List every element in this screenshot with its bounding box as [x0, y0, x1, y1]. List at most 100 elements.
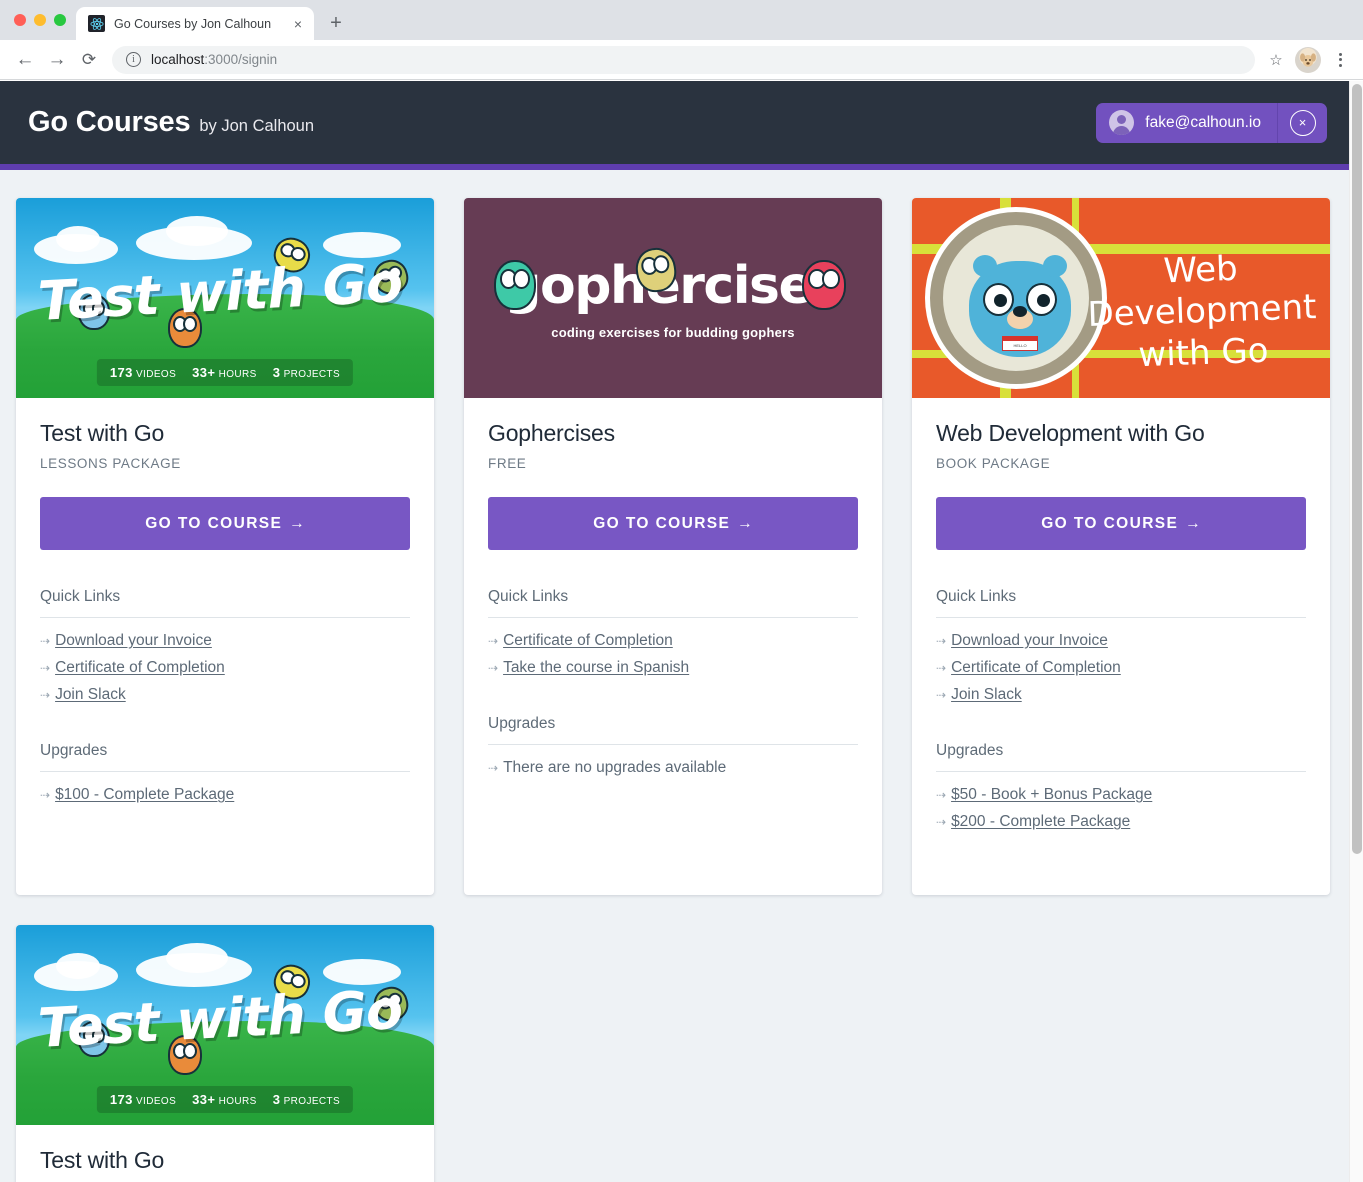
- site-header: Go Courses by Jon Calhoun fake@calhoun.i…: [0, 81, 1349, 170]
- bullet-arrow-icon: ⇢: [40, 661, 51, 675]
- site-info-icon[interactable]: i: [126, 52, 141, 67]
- quick-links-list: ⇢ Certificate of Completion ⇢ Take the cou…: [488, 632, 858, 677]
- bullet-arrow-icon: ⇢: [40, 688, 51, 702]
- arrow-right-icon: →: [1185, 514, 1201, 532]
- quick-link[interactable]: Join Slack: [55, 686, 126, 704]
- page-scrollbar[interactable]: [1349, 81, 1363, 1182]
- course-title: Gophercises: [488, 420, 615, 446]
- kebab-menu-icon[interactable]: [1327, 47, 1353, 73]
- quick-links-list: ⇢ Download your Invoice ⇢ Certificate of C…: [936, 632, 1306, 704]
- back-icon[interactable]: ←: [10, 45, 40, 75]
- go-to-course-button[interactable]: GO TO COURSE →: [488, 497, 858, 550]
- new-tab-button[interactable]: +: [322, 9, 350, 37]
- upgrades-heading: Upgrades: [40, 742, 410, 772]
- user-account-button[interactable]: fake@calhoun.io: [1096, 103, 1277, 143]
- gopher-eye: [983, 283, 1014, 316]
- bookmark-star-icon[interactable]: ☆: [1263, 47, 1289, 73]
- upgrade-link[interactable]: $50 - Book + Bonus Package: [951, 786, 1152, 804]
- course-card: Test with Go 173 VIDEOS 33+ HOURS 3 PROJ…: [16, 925, 434, 1182]
- arrow-right-icon: →: [289, 514, 305, 532]
- gopher-name-tag: HELLO: [1002, 336, 1038, 351]
- banner-line-2: with Go: [1137, 330, 1270, 376]
- gopher-blue-icon: HELLO: [969, 255, 1071, 357]
- url-text: localhost:3000/signin: [151, 52, 277, 67]
- banner-stats: 173 VIDEOS 33+ HOURS 3 PROJECTS: [96, 359, 354, 386]
- upgrades-heading: Upgrades: [936, 742, 1306, 772]
- user-email: fake@calhoun.io: [1145, 113, 1261, 131]
- courses-grid: Test with Go 173 VIDEOS 33+ HOURS 3 PROJ…: [0, 170, 1349, 1182]
- list-item: ⇢ Certificate of Completion: [488, 632, 858, 650]
- list-item: ⇢ Certificate of Completion: [936, 659, 1306, 677]
- go-to-course-button[interactable]: GO TO COURSE →: [40, 497, 410, 550]
- bullet-arrow-icon: ⇢: [936, 688, 947, 702]
- window-traffic-lights: [12, 0, 76, 40]
- quick-link[interactable]: Certificate of Completion: [503, 632, 673, 650]
- profile-avatar-icon[interactable]: [1295, 46, 1321, 73]
- arrow-right-icon: →: [737, 514, 753, 532]
- course-card-body: Web Development with Go BOOK PACKAGE GO …: [912, 398, 1330, 860]
- list-item: ⇢ $200 - Complete Package: [936, 813, 1306, 831]
- quick-link[interactable]: Download your Invoice: [55, 632, 212, 650]
- go-to-course-button[interactable]: GO TO COURSE →: [936, 497, 1306, 550]
- user-avatar-icon: [1109, 110, 1135, 135]
- upgrades-list: ⇢ There are no upgrades available: [488, 759, 858, 777]
- banner-tagline: coding exercises for budding gophers: [551, 325, 795, 340]
- course-package: FREE: [488, 456, 527, 471]
- go-to-course-label: GO TO COURSE: [145, 514, 283, 532]
- url-path: :3000/signin: [204, 52, 278, 67]
- course-title: Test with Go: [40, 1147, 165, 1173]
- list-item: ⇢ Take the course in Spanish: [488, 659, 858, 677]
- course-banner-gophercises: gophercises coding exercises for budding…: [464, 198, 882, 398]
- quick-link[interactable]: Certificate of Completion: [951, 659, 1121, 677]
- stat-videos: 173 VIDEOS: [109, 1092, 177, 1107]
- browser-toolbar: ← → ⟳ i localhost:3000/signin ☆: [0, 40, 1363, 80]
- upgrade-link[interactable]: $100 - Complete Package: [55, 786, 234, 804]
- banner-wordmark: Web Development with Go: [1080, 246, 1324, 379]
- course-package: BOOK PACKAGE: [936, 456, 1051, 471]
- address-bar[interactable]: i localhost:3000/signin: [112, 45, 1255, 74]
- list-item: ⇢ There are no upgrades available: [488, 759, 858, 777]
- course-banner-test-with-go: Test with Go 173 VIDEOS 33+ HOURS 3 PROJ…: [16, 198, 434, 398]
- upgrade-link[interactable]: $200 - Complete Package: [951, 813, 1130, 831]
- gopher-ear: [1043, 255, 1067, 277]
- quick-link[interactable]: Take the course in Spanish: [503, 659, 689, 677]
- list-item: ⇢ Join Slack: [936, 686, 1306, 704]
- list-item: ⇢ Certificate of Completion: [40, 659, 410, 677]
- quick-link[interactable]: Join Slack: [951, 686, 1022, 704]
- maximize-window-button[interactable]: [54, 14, 66, 26]
- minimize-window-button[interactable]: [34, 14, 46, 26]
- browser-tab[interactable]: Go Courses by Jon Calhoun ×: [76, 7, 314, 40]
- upgrades-heading: Upgrades: [488, 715, 858, 745]
- quick-links-heading: Quick Links: [488, 588, 858, 618]
- go-to-course-label: GO TO COURSE: [593, 514, 731, 532]
- quick-links-heading: Quick Links: [936, 588, 1306, 618]
- close-window-button[interactable]: [14, 14, 26, 26]
- close-circle-icon: ×: [1289, 109, 1316, 136]
- course-title: Web Development with Go: [936, 420, 1205, 446]
- bullet-arrow-icon: ⇢: [488, 661, 499, 675]
- stat-hours: 33+ HOURS: [192, 365, 257, 380]
- url-host: localhost: [151, 52, 205, 67]
- quick-link[interactable]: Download your Invoice: [951, 632, 1108, 650]
- browser-window: Go Courses by Jon Calhoun × + ← → ⟳ i lo…: [0, 0, 1363, 1182]
- reload-icon[interactable]: ⟳: [74, 45, 104, 75]
- course-card: Test with Go 173 VIDEOS 33+ HOURS 3 PROJ…: [16, 198, 434, 895]
- cloud-icon: [56, 953, 100, 979]
- bullet-arrow-icon: ⇢: [936, 634, 947, 648]
- site-brand[interactable]: Go Courses by Jon Calhoun: [28, 106, 314, 139]
- course-card-body: Test with Go LESSONS PACKAGE GO TO COURS…: [16, 398, 434, 833]
- tab-close-icon[interactable]: ×: [290, 16, 306, 32]
- quick-link[interactable]: Certificate of Completion: [55, 659, 225, 677]
- course-card: HELLO Web Development with Go Web Develo…: [912, 198, 1330, 895]
- bullet-arrow-icon: ⇢: [40, 634, 51, 648]
- gopher-nose: [1013, 306, 1027, 317]
- cloud-icon: [166, 943, 228, 973]
- banner-stats: 173 VIDEOS 33+ HOURS 3 PROJECTS: [96, 1086, 354, 1113]
- forward-icon[interactable]: →: [42, 45, 72, 75]
- quick-links-heading: Quick Links: [40, 588, 410, 618]
- sign-out-button[interactable]: ×: [1277, 102, 1327, 143]
- bullet-arrow-icon: ⇢: [936, 788, 947, 802]
- scrollbar-thumb[interactable]: [1352, 84, 1362, 854]
- course-title: Test with Go: [40, 420, 165, 446]
- brand-name: Go Courses: [28, 106, 191, 138]
